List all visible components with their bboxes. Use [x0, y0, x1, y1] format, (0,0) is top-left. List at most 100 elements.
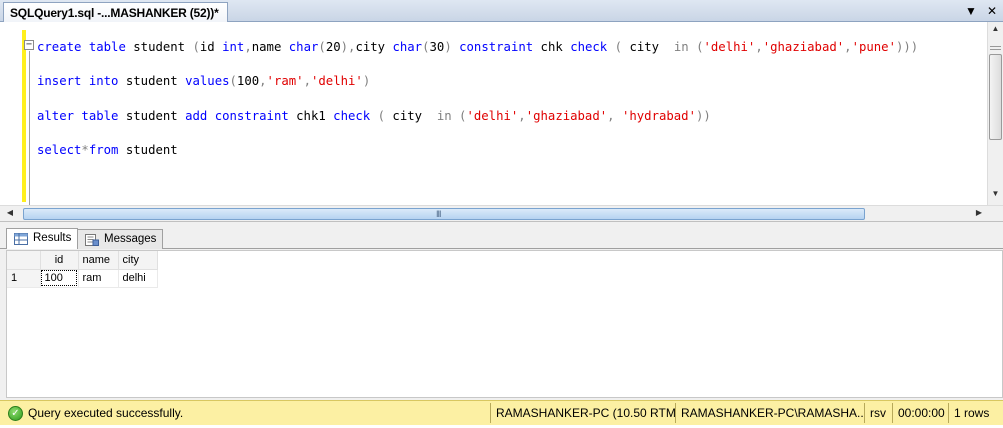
cell-city[interactable]: delhi [118, 269, 158, 288]
identifier-token: chk [533, 40, 571, 54]
keyword-token: insert [37, 74, 82, 88]
identifier-token: student [118, 109, 186, 123]
row-number[interactable]: 1 [7, 269, 41, 288]
tab-messages-label: Messages [104, 233, 157, 245]
operator-token: ( [318, 40, 326, 54]
tab-controls: ▼ ✕ [965, 3, 997, 19]
code-line-1[interactable]: create table student (id int,name char(2… [37, 40, 918, 54]
close-tab-icon[interactable]: ✕ [987, 3, 997, 19]
collapse-region-icon[interactable]: − [24, 40, 34, 50]
scroll-up-icon[interactable]: ▲ [988, 24, 1003, 38]
row-count: 1 rows [948, 403, 1003, 423]
string-token: 'delhi' [703, 40, 756, 54]
horizontal-scroll-thumb[interactable]: III [23, 208, 865, 220]
keyword-token: char [288, 40, 319, 54]
code-line-3[interactable]: alter table student add constraint chk1 … [37, 109, 711, 123]
string-token: 'delhi' [310, 74, 363, 88]
identifier-token: city [392, 109, 437, 123]
results-grid[interactable]: id name city 1 100 ram delhi [6, 250, 1003, 398]
document-tab-strip: SQLQuery1.sql -...MASHANKER (52))* ▼ ✕ [0, 0, 1003, 22]
column-header[interactable]: id [40, 251, 79, 270]
results-table: id name city 1 100 ram delhi [7, 251, 158, 288]
elapsed-time: 00:00:00 [892, 403, 948, 423]
keyword-token: int [222, 40, 245, 54]
number-token: 100 [236, 74, 260, 88]
operator-token: , [303, 74, 311, 88]
table-row[interactable]: 1 100 ram delhi [7, 269, 158, 288]
keyword-token: check [333, 109, 371, 123]
operator-token: ), [340, 40, 356, 54]
operator-token: ))) [895, 40, 919, 54]
operator-token: , [755, 40, 763, 54]
operator-token: , [259, 74, 267, 88]
splitter-handle[interactable] [990, 46, 1001, 50]
outline-guide-line [29, 51, 30, 209]
keyword-token: select [37, 143, 82, 157]
status-message-area: ✓ Query executed successfully. [0, 405, 490, 421]
operator-token: )) [696, 109, 711, 123]
identifier-token: chk1 [288, 109, 334, 123]
keyword-token: constraint [207, 109, 289, 123]
string-token: 'pune' [851, 40, 896, 54]
row-header-corner[interactable] [7, 251, 41, 270]
keyword-token: check [570, 40, 608, 54]
number-token: 30 [429, 40, 445, 54]
keyword-token: into [81, 74, 119, 88]
operator-token: in [673, 40, 689, 54]
scroll-down-icon[interactable]: ▼ [988, 189, 1003, 203]
identifier-token: student [118, 143, 178, 157]
database-name: rsv [864, 403, 892, 423]
string-token: 'ghaziabad' [525, 109, 608, 123]
cell-id[interactable]: 100 [40, 269, 79, 288]
server-info: RAMASHANKER-PC (10.50 RTM) [490, 403, 675, 423]
tab-messages[interactable]: Messages [77, 229, 164, 249]
status-bar: ✓ Query executed successfully. RAMASHANK… [0, 400, 1003, 425]
keyword-token: alter [37, 109, 75, 123]
string-token: 'hydrabad' [621, 109, 696, 123]
scroll-right-icon[interactable]: ▶ [972, 208, 986, 220]
keyword-token: from [88, 143, 119, 157]
operator-token: ) [362, 74, 371, 88]
editor-vertical-scrollbar[interactable]: ▲ ▼ [987, 22, 1003, 205]
scroll-grip-icon: III [436, 209, 441, 219]
operator-token: ( [370, 109, 393, 123]
operator-token: , [607, 109, 622, 123]
document-tab-sqlquery1[interactable]: SQLQuery1.sql -...MASHANKER (52))* [3, 2, 228, 22]
scroll-left-icon[interactable]: ◀ [3, 208, 17, 220]
keyword-token: table [74, 109, 119, 123]
query-editor[interactable]: − create table student (id int,name char… [0, 22, 1003, 209]
operator-token: ( [229, 74, 237, 88]
tab-results[interactable]: Results [6, 228, 79, 249]
vertical-scroll-thumb[interactable] [989, 54, 1002, 140]
operator-token: in [436, 109, 452, 123]
tab-results-label: Results [33, 232, 72, 244]
column-header[interactable]: name [78, 251, 119, 270]
results-pane: Results Messages id name city 1 100 ram … [0, 222, 1003, 400]
keyword-token: char [392, 40, 423, 54]
number-token: 20 [325, 40, 341, 54]
messages-icon [85, 234, 99, 246]
keyword-token: constraint [451, 40, 534, 54]
document-tab-title: SQLQuery1.sql -...MASHANKER (52))* [10, 6, 219, 20]
column-header[interactable]: city [118, 251, 158, 270]
identifier-token: name [251, 40, 289, 54]
keyword-token: table [88, 40, 126, 54]
cell-name[interactable]: ram [78, 269, 119, 288]
identifier-token: city [629, 40, 674, 54]
grid-icon [14, 233, 28, 245]
operator-token: , [844, 40, 852, 54]
results-tab-strip: Results Messages [0, 227, 1003, 249]
code-line-4[interactable]: select*from student [37, 143, 178, 157]
identifier-token: student [118, 74, 186, 88]
keyword-token: create [37, 40, 82, 54]
operator-token: * [81, 143, 89, 157]
operator-token: , [518, 109, 526, 123]
identifier-token: city [355, 40, 393, 54]
change-tracking-margin [22, 30, 26, 202]
operator-token: ) [444, 40, 452, 54]
operator-token: , [244, 40, 252, 54]
string-token: 'delhi' [466, 109, 519, 123]
editor-horizontal-scrollbar[interactable]: ◀ III ▶ [0, 205, 1003, 222]
tab-dropdown-icon[interactable]: ▼ [965, 3, 977, 19]
code-line-2[interactable]: insert into student values(100,'ram','de… [37, 74, 370, 88]
